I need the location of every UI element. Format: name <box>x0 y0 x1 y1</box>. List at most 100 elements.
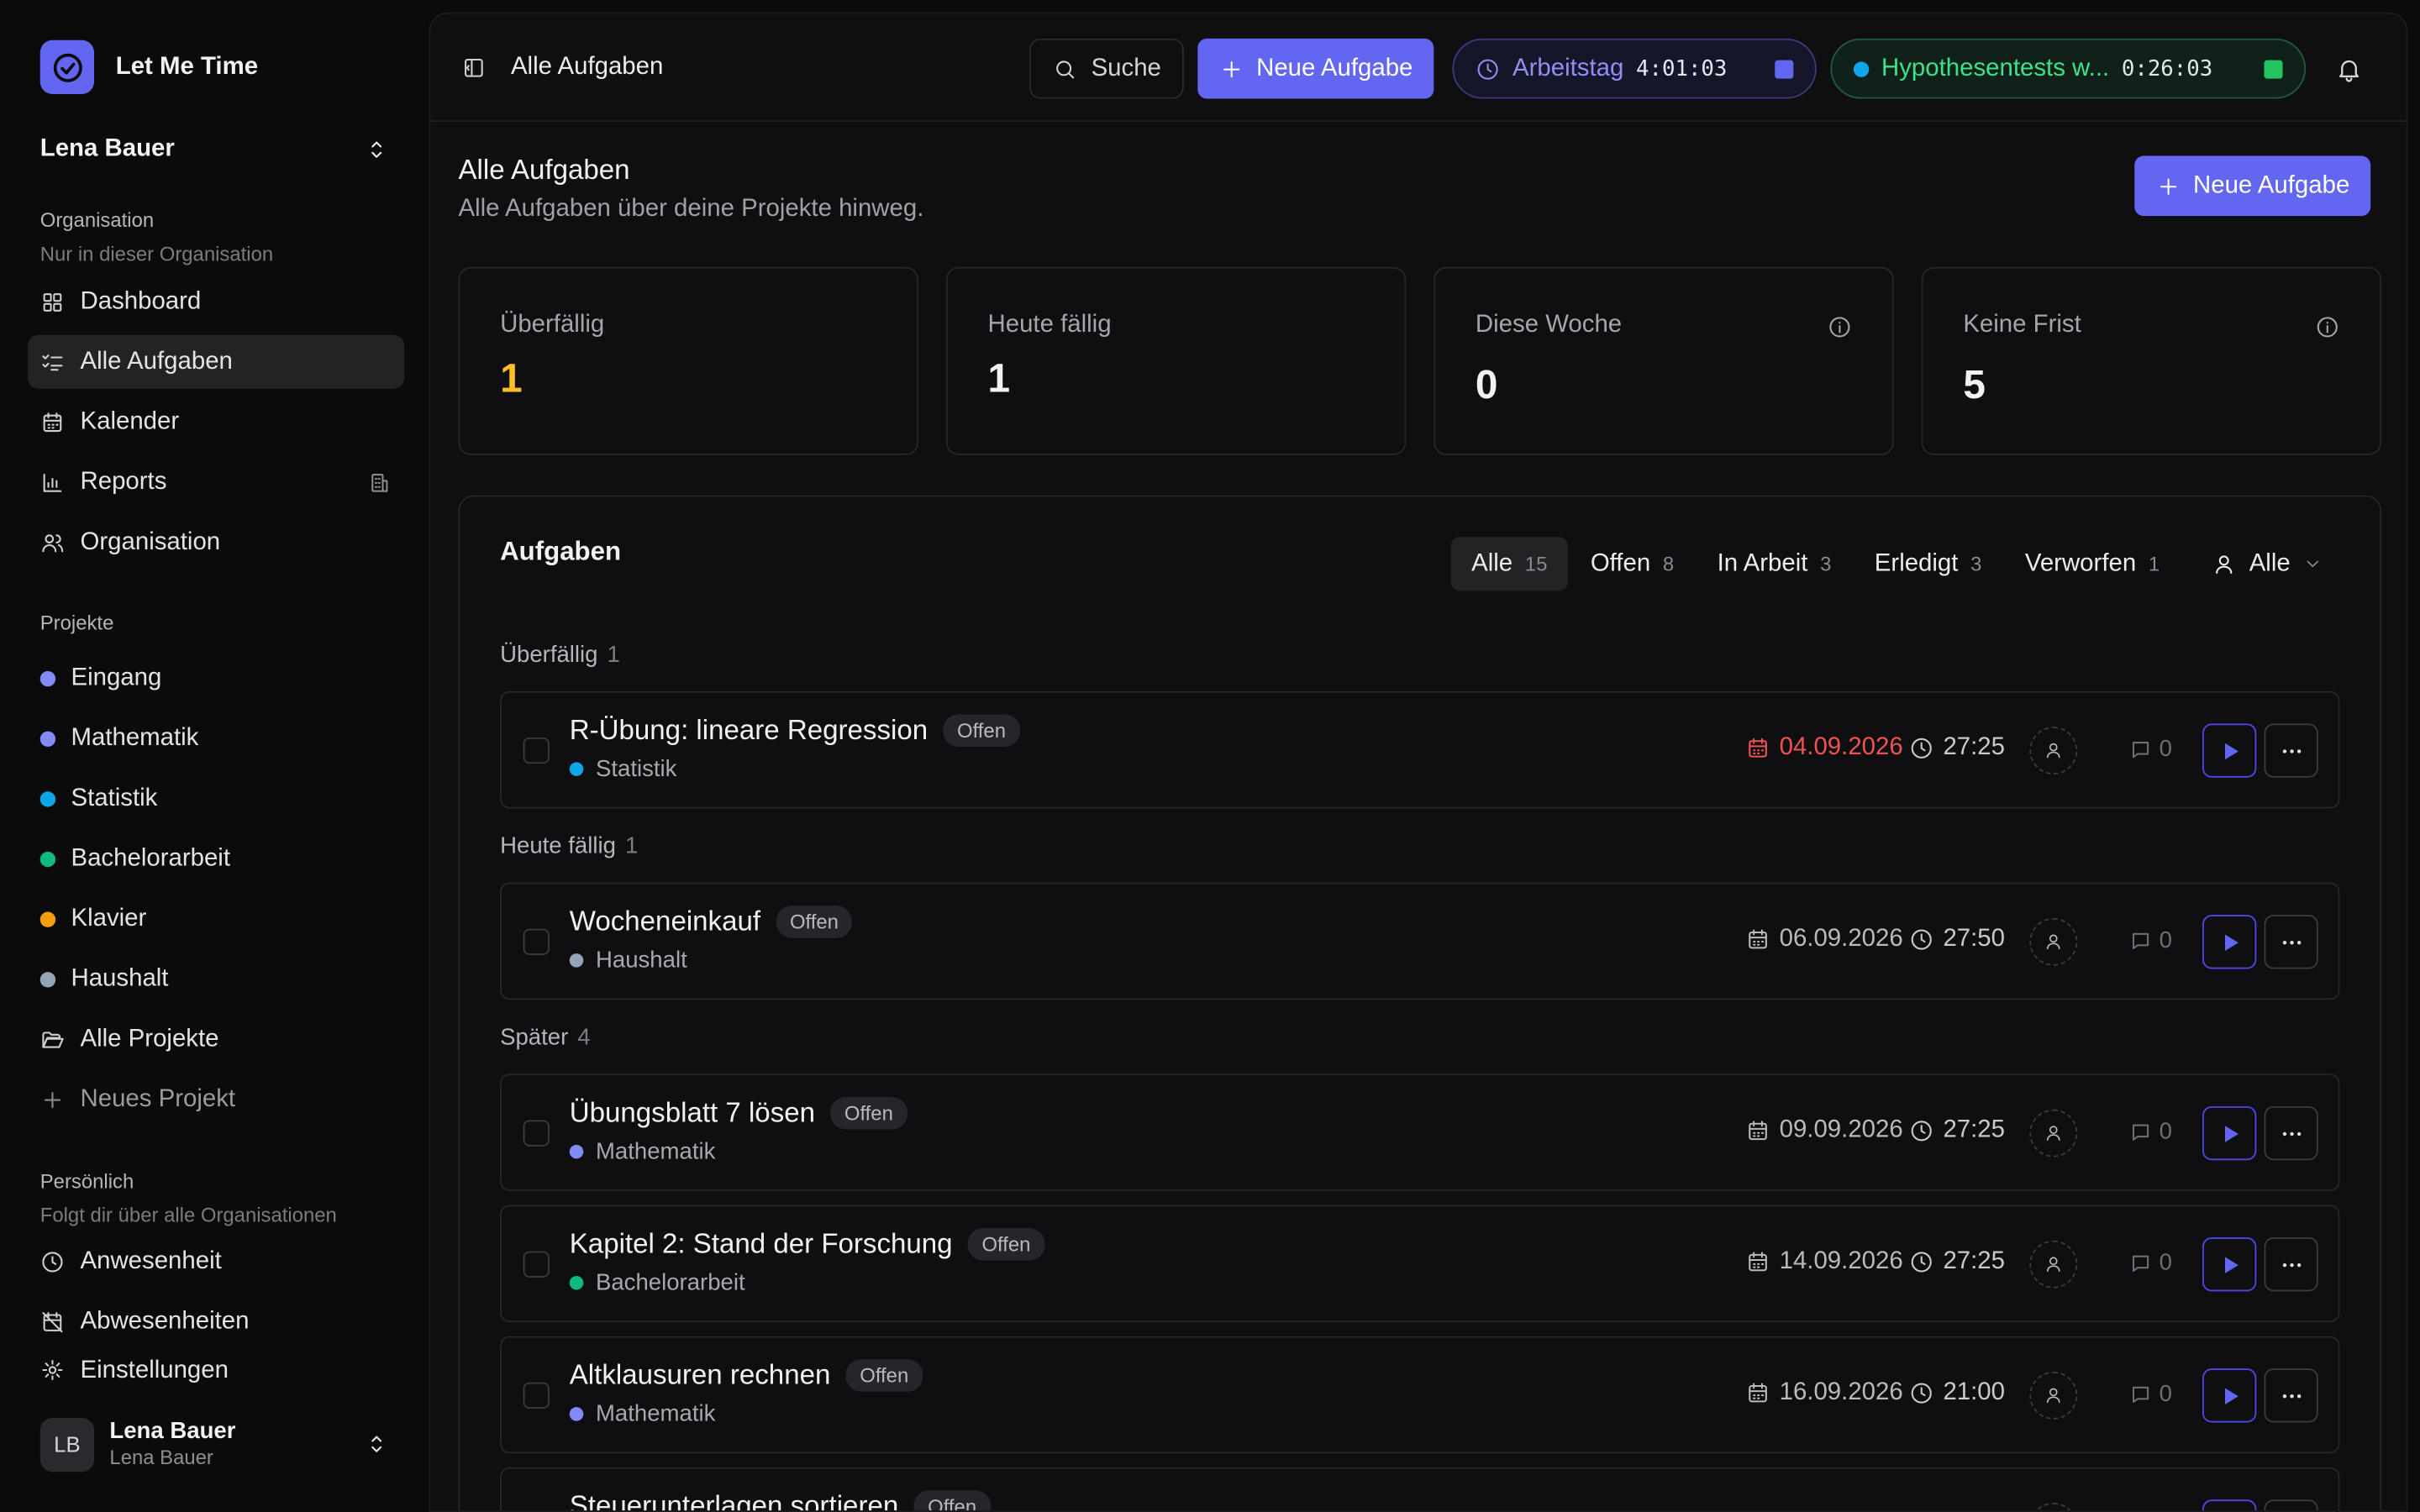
message-square-icon <box>2132 1254 2149 1271</box>
task-row[interactable]: R-Übung: lineare Regression Offen Statis… <box>500 690 2340 809</box>
comments-button[interactable]: 0 <box>2128 1119 2172 1145</box>
time-estimate[interactable]: 21:00 <box>1909 1379 2005 1407</box>
due-date[interactable]: 16.09.2026 <box>1687 1379 1903 1407</box>
task-row[interactable]: Übungsblatt 7 lösen Offen Mathematik 09.… <box>500 1074 2340 1191</box>
sidebar-item-organisation[interactable]: Organisation <box>28 515 404 569</box>
sidebar-item-attendance[interactable]: Anwesenheit <box>28 1234 404 1288</box>
start-timer-button[interactable] <box>2202 915 2257 969</box>
due-date-value: 06.09.2026 <box>1779 926 1903 953</box>
task-row[interactable]: Wocheneinkauf Offen Haushalt 06.09.2026 … <box>500 882 2340 1000</box>
task-checkbox[interactable] <box>523 737 550 764</box>
filter-tab-discarded[interactable]: Verworfen 1 <box>2005 537 2180 591</box>
assign-user-button[interactable] <box>2029 727 2078 775</box>
work-day-timer[interactable]: Arbeitstag 4:01:03 <box>1452 38 1817 99</box>
more-actions-button[interactable] <box>2264 723 2318 778</box>
task-checkbox[interactable] <box>523 1120 550 1147</box>
filter-label: Verworfen <box>2024 549 2137 577</box>
task-title-line: Altklausuren rechnen Offen <box>570 1359 923 1392</box>
sidebar-project-eingang[interactable]: Eingang <box>28 651 404 705</box>
more-actions-button[interactable] <box>2264 915 2318 969</box>
due-date[interactable]: 09.09.2026 <box>1687 1117 1903 1145</box>
more-actions-button[interactable] <box>2264 1237 2318 1292</box>
search-button[interactable]: Suche <box>1029 38 1184 99</box>
comments-button[interactable]: 0 <box>2128 1250 2172 1276</box>
stop-work-timer-button[interactable] <box>1775 59 1794 78</box>
assign-user-button[interactable] <box>2029 1502 2078 1511</box>
sidebar-item-all-projects[interactable]: Alle Projekte <box>28 1012 404 1066</box>
sidebar-project-haushalt[interactable]: Haushalt <box>28 952 404 1005</box>
task-row[interactable]: Kapitel 2: Stand der Forschung Offen Bac… <box>500 1205 2340 1323</box>
project-label: Eingang <box>71 664 162 690</box>
project-color-dot <box>39 850 56 867</box>
filter-count: 3 <box>1820 552 1832 576</box>
due-date[interactable]: 06.09.2026 <box>1687 926 1903 953</box>
task-row[interactable]: Altklausuren rechnen Offen Mathematik 16… <box>500 1336 2340 1454</box>
more-actions-button[interactable] <box>2264 1368 2318 1423</box>
project-color-dot <box>569 762 584 776</box>
assign-user-button[interactable] <box>2029 917 2078 966</box>
time-estimate[interactable]: 27:25 <box>1909 1248 2005 1276</box>
sidebar-item-calendar[interactable]: Kalender <box>28 395 404 449</box>
info-icon[interactable] <box>2315 315 2339 339</box>
sidebar-project-klavier[interactable]: Klavier <box>28 892 404 946</box>
project-label: Klavier <box>71 905 147 932</box>
time-estimate[interactable]: 27:25 <box>1909 734 2005 762</box>
user-footer[interactable]: LB Lena Bauer Lena Bauer <box>39 1416 389 1472</box>
start-timer-button[interactable] <box>2202 1105 2257 1161</box>
sidebar-project-statistik[interactable]: Statistik <box>28 771 404 825</box>
stop-task-timer-button[interactable] <box>2264 59 2283 78</box>
assign-user-button[interactable] <box>2029 1240 2078 1289</box>
task-checkbox[interactable] <box>523 1382 550 1409</box>
more-actions-button[interactable] <box>2264 1105 2318 1161</box>
footer-user-sub: Lena Bauer <box>109 1446 213 1469</box>
time-estimate[interactable]: 27:50 <box>1909 926 2005 953</box>
sidebar-item-all-tasks[interactable]: Alle Aufgaben <box>28 334 405 389</box>
filter-tab-in-progress[interactable]: In Arbeit 3 <box>1697 537 1852 591</box>
sidebar-item-dashboard[interactable]: Dashboard <box>28 275 404 328</box>
info-icon[interactable] <box>1828 315 1852 339</box>
status-badge: Offen <box>913 1490 991 1511</box>
topbar-new-task-button[interactable]: Neue Aufgabe <box>1197 38 1435 99</box>
task-timer[interactable]: Hypothesentests w... 0:26:03 <box>1830 38 2307 99</box>
toggle-sidebar-button[interactable] <box>461 55 486 80</box>
filter-tab-all[interactable]: Alle 15 <box>1451 537 1568 591</box>
topbar-title: Alle Aufgaben <box>510 54 664 81</box>
user-switcher[interactable]: Lena Bauer <box>40 133 389 166</box>
due-date[interactable]: 04.09.2026 <box>1687 734 1903 762</box>
filter-tab-done[interactable]: Erledigt 3 <box>1854 537 2002 591</box>
time-estimate[interactable]: 27:25 <box>1909 1117 2005 1145</box>
comment-count: 0 <box>2159 736 2172 763</box>
page-new-task-button[interactable]: Neue Aufgabe <box>2134 155 2371 217</box>
assign-user-button[interactable] <box>2029 1371 2078 1420</box>
sidebar-item-absences[interactable]: Abwesenheiten <box>28 1294 404 1348</box>
due-date-value: 14.09.2026 <box>1779 1247 1903 1275</box>
user-icon <box>2046 1388 2060 1404</box>
sidebar-project-mathematik[interactable]: Mathematik <box>28 711 404 765</box>
sidebar-item-reports[interactable]: Reports <box>28 455 404 509</box>
more-actions-button[interactable] <box>2264 1499 2318 1511</box>
task-row[interactable]: Steuerunterlagen sortieren Offen Haushal… <box>500 1467 2340 1511</box>
due-date[interactable]: 14.09.2026 <box>1687 1248 1903 1276</box>
group-count: 4 <box>577 1024 591 1051</box>
start-timer-button[interactable] <box>2202 1368 2257 1423</box>
stat-card-no-deadline: Keine Frist 5 <box>1921 266 2382 455</box>
assign-user-button[interactable] <box>2029 1109 2078 1158</box>
group-label: Heute fällig <box>500 832 616 860</box>
new-project-button[interactable]: Neues Projekt <box>28 1073 404 1126</box>
filter-tab-open[interactable]: Offen 8 <box>1570 537 1694 591</box>
brand[interactable]: Let Me Time <box>39 39 258 95</box>
start-timer-button[interactable] <box>2202 1237 2257 1292</box>
task-checkbox[interactable] <box>523 1251 550 1278</box>
sidebar-item-settings[interactable]: Einstellungen <box>28 1355 404 1389</box>
start-timer-button[interactable] <box>2202 1499 2257 1511</box>
comments-button[interactable]: 0 <box>2128 927 2172 953</box>
sidebar-project-bachelorarbeit[interactable]: Bachelorarbeit <box>28 832 404 885</box>
comments-button[interactable]: 0 <box>2128 1381 2172 1407</box>
start-timer-button[interactable] <box>2202 723 2257 778</box>
comments-button[interactable]: 0 <box>2128 736 2172 762</box>
notifications-button[interactable] <box>2335 55 2363 83</box>
project-color-dot <box>39 670 56 686</box>
status-badge: Offen <box>830 1096 908 1130</box>
assignee-filter-dropdown[interactable]: Alle <box>2192 537 2343 591</box>
task-checkbox[interactable] <box>523 928 550 955</box>
